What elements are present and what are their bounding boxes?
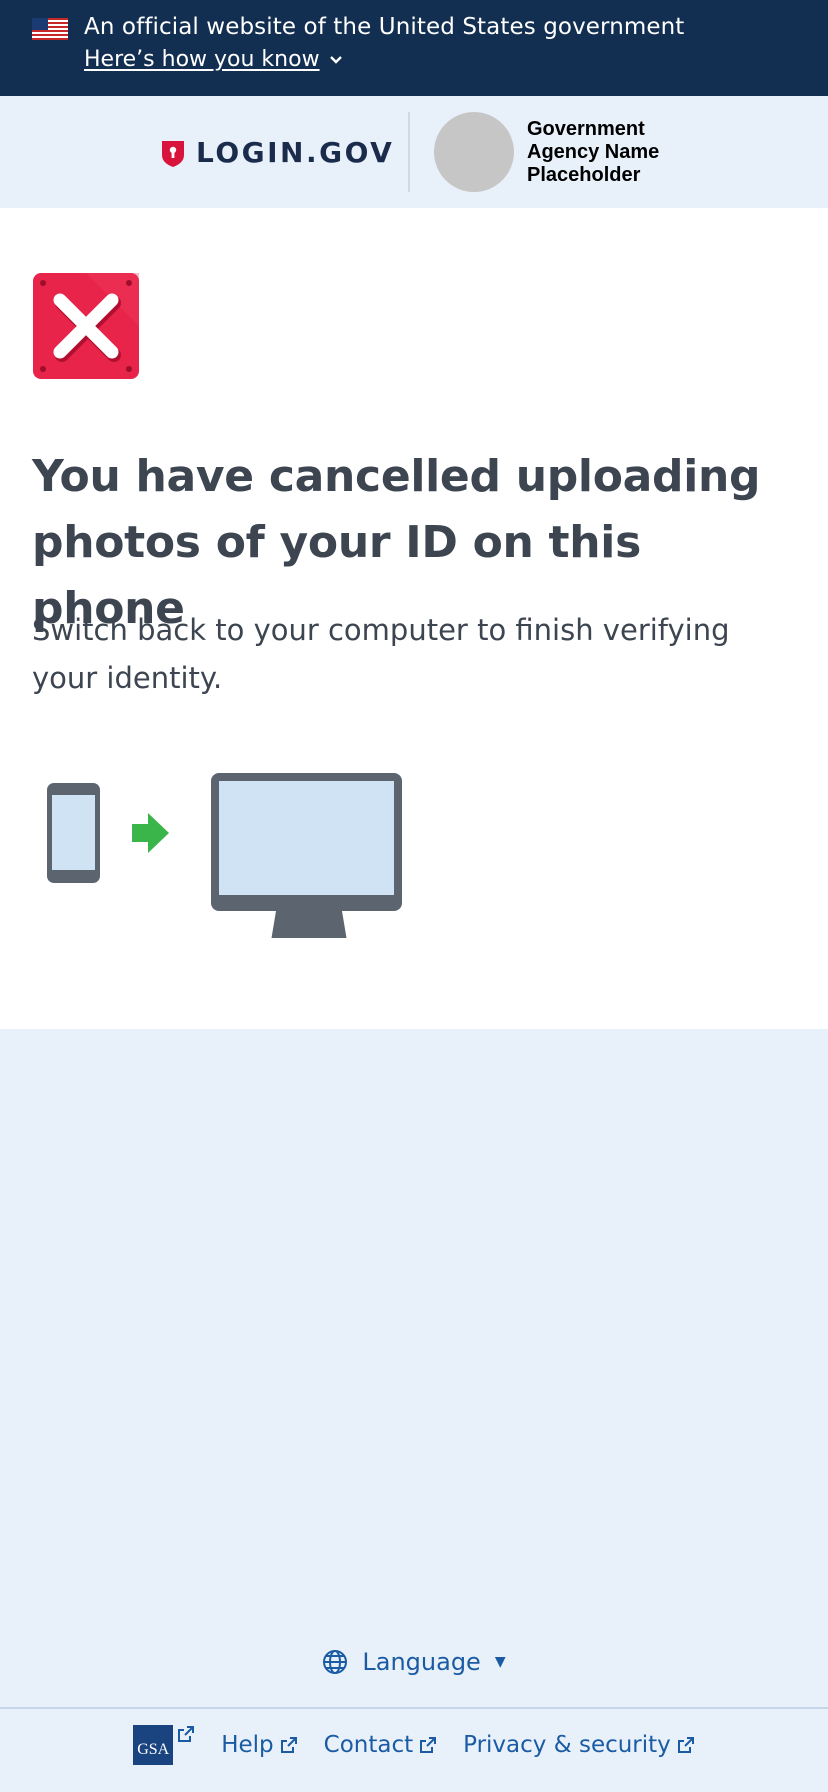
shield-lock-icon (162, 140, 184, 167)
page-lead-text: Switch back to your computer to finish v… (32, 613, 730, 695)
phone-icon (47, 783, 100, 883)
error-x-icon (33, 273, 139, 379)
us-flag-icon (32, 18, 68, 40)
logo-text: LOGIN.GOV (196, 136, 395, 169)
footer-links: GSA Help Contact Privacy & security (0, 1724, 828, 1766)
contact-link-label: Contact (323, 1732, 414, 1758)
help-link[interactable]: Help (221, 1732, 297, 1758)
gov-banner-text: An official website of the United States… (84, 14, 685, 40)
how-you-know-link[interactable]: Here’s how you know (84, 47, 344, 72)
contact-link[interactable]: Contact (324, 1732, 437, 1758)
external-link-icon (178, 1726, 195, 1742)
language-label: Language (362, 1648, 481, 1676)
login-gov-logo[interactable]: LOGIN.GOV (160, 136, 394, 169)
header-divider (408, 112, 410, 192)
gsa-link[interactable]: GSA (133, 1725, 195, 1765)
external-link-icon (280, 1737, 297, 1753)
caret-down-icon: ▼ (494, 1654, 506, 1670)
main-content: You have cancelled uploading photos of y… (0, 208, 828, 1029)
phone-to-computer-illustration (47, 773, 402, 938)
agency-name: Government Agency Name Placeholder (527, 118, 660, 186)
agency-logo (434, 112, 514, 192)
arrow-right-icon (132, 813, 169, 853)
site-header: LOGIN.GOV Government Agency Name Placeho… (0, 96, 828, 208)
language-selector[interactable]: Language ▼ (0, 1648, 828, 1681)
privacy-link-label: Privacy & security (463, 1732, 671, 1758)
help-link-label: Help (221, 1732, 274, 1758)
external-link-icon (420, 1737, 437, 1753)
external-link-icon (677, 1737, 694, 1753)
computer-monitor-icon (211, 773, 402, 938)
privacy-security-link[interactable]: Privacy & security (463, 1732, 695, 1758)
how-you-know-label: Here’s how you know (84, 47, 320, 72)
chevron-down-icon (329, 55, 342, 64)
globe-icon (323, 1650, 348, 1674)
footer-divider (0, 1707, 828, 1709)
gov-banner: An official website of the United States… (0, 0, 828, 96)
gsa-logo: GSA (133, 1725, 174, 1765)
